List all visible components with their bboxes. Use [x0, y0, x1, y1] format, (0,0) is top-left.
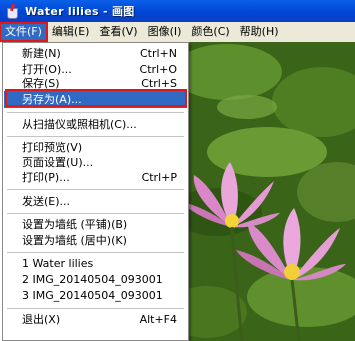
menu-bar: 文件(F) 编辑(E) 查看(V) 图像(I) 颜色(C) 帮助(H)	[0, 22, 355, 43]
menu-item-recent-3[interactable]: 3 IMG_20140504_093001	[4, 287, 187, 304]
menu-item-label: 保存(S)	[22, 77, 60, 90]
menu-edit[interactable]: 编辑(E)	[47, 23, 95, 41]
menu-help[interactable]: 帮助(H)	[235, 23, 284, 41]
menu-image[interactable]: 图像(I)	[143, 23, 187, 41]
menu-colors[interactable]: 颜色(C)	[186, 23, 234, 41]
menu-item-recent-2[interactable]: 2 IMG_20140504_093001	[4, 271, 187, 288]
menu-item-label: 设置为墙纸 (平铺)(B)	[22, 218, 128, 231]
water-lilies-image	[187, 42, 355, 341]
menu-item-label: 1 Water lilies	[22, 257, 94, 270]
menu-separator	[7, 308, 184, 309]
menu-view[interactable]: 查看(V)	[94, 23, 142, 41]
menu-item-label: 另存为(A)...	[22, 93, 82, 106]
menu-item-shortcut: Alt+F4	[139, 313, 177, 326]
menu-item-recent-1[interactable]: 1 Water lilies	[4, 255, 187, 272]
menu-item-label: 2 IMG_20140504_093001	[22, 273, 163, 286]
menu-separator	[7, 252, 184, 253]
window-title: Water lilies - 画图	[25, 5, 135, 18]
menu-item-label: 新建(N)	[22, 47, 61, 60]
menu-separator	[7, 112, 184, 113]
menu-item-label: 退出(X)	[22, 313, 61, 326]
menu-item-label: 发送(E)...	[22, 195, 71, 208]
menu-item-wallpaper-tiled[interactable]: 设置为墙纸 (平铺)(B)	[4, 216, 187, 233]
menu-file[interactable]: 文件(F)	[0, 22, 48, 42]
paint-app-icon[interactable]	[5, 3, 19, 19]
menu-separator	[7, 213, 184, 214]
menu-item-exit[interactable]: 退出(X) Alt+F4	[4, 311, 187, 328]
menu-item-save[interactable]: 保存(S) Ctrl+S	[4, 75, 187, 92]
menu-item-label: 打印(P)...	[22, 171, 70, 184]
menu-item-from-scanner[interactable]: 从扫描仪或照相机(C)...	[4, 116, 187, 133]
menu-item-shortcut: Ctrl+P	[141, 171, 177, 184]
menu-item-label: 3 IMG_20140504_093001	[22, 289, 163, 302]
menu-item-save-as[interactable]: 另存为(A)...	[4, 91, 187, 108]
file-menu-dropdown: 新建(N) Ctrl+N 打开(O)... Ctrl+O 保存(S) Ctrl+…	[2, 42, 189, 341]
drawing-canvas[interactable]	[187, 42, 355, 341]
menu-item-shortcut: Ctrl+N	[139, 47, 177, 60]
menu-item-send[interactable]: 发送(E)...	[4, 193, 187, 210]
menu-separator	[7, 189, 184, 190]
title-bar[interactable]: Water lilies - 画图	[0, 0, 355, 22]
menu-item-label: 从扫描仪或照相机(C)...	[22, 118, 137, 131]
menu-item-wallpaper-centered[interactable]: 设置为墙纸 (居中)(K)	[4, 232, 187, 249]
menu-separator	[7, 136, 184, 137]
menu-item-new[interactable]: 新建(N) Ctrl+N	[4, 45, 187, 62]
menu-item-print[interactable]: 打印(P)... Ctrl+P	[4, 169, 187, 186]
menu-item-label: 设置为墙纸 (居中)(K)	[22, 234, 127, 247]
menu-item-shortcut: Ctrl+S	[141, 77, 177, 90]
